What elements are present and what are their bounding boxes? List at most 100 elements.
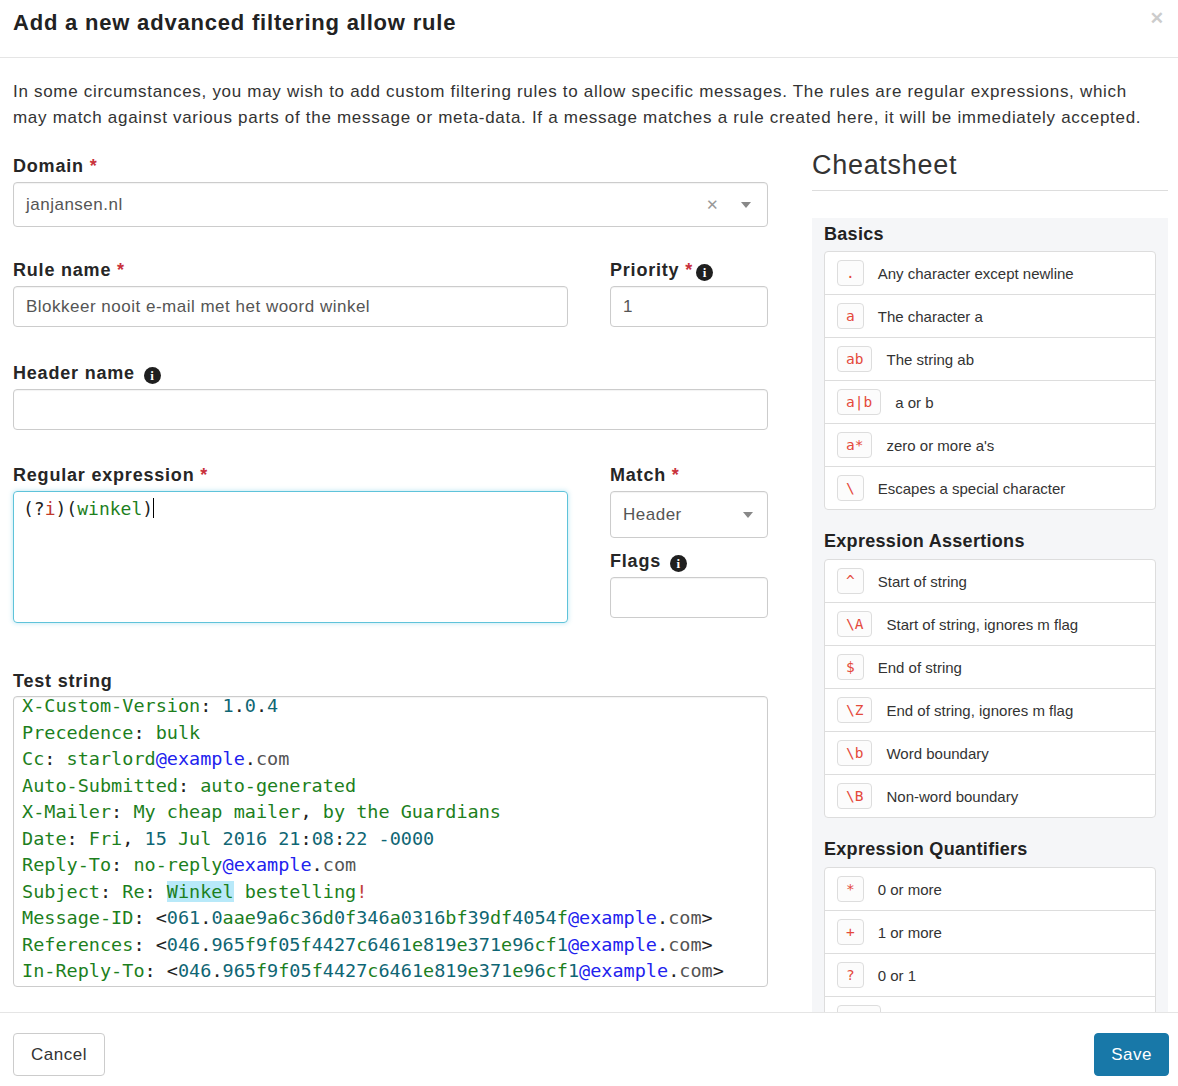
description-line: In some circumstances, you may wish to a… [13, 82, 1127, 101]
cheatsheet-row: \B Non-word boundary [824, 774, 1156, 818]
header-name-group: Header name i [13, 363, 768, 430]
cheatsheet-title: Cheatsheet [812, 150, 1168, 180]
info-icon[interactable]: i [670, 555, 687, 572]
cheatsheet-row: \ZEnd of string, ignores m flag [824, 688, 1156, 732]
domain-select[interactable]: janjansen.nl ✕ [13, 182, 768, 227]
rule-name-input[interactable]: Blokkeer nooit e-mail met het woord wink… [13, 286, 568, 327]
cheatsheet-row-text: Escapes a special character [878, 480, 1066, 497]
regex-group: Regular expression * (?i)(winkel) [13, 465, 568, 623]
test-string-line: X-Mailer: My cheap mailer, by the Guardi… [22, 799, 759, 826]
match-select[interactable]: Header [610, 491, 768, 538]
regex-code-badge: \Z [837, 697, 872, 723]
required-asterisk: * [200, 465, 208, 485]
regex-code-badge: {m} [837, 1005, 881, 1012]
regex-code-badge: a|b [837, 389, 881, 415]
cheatsheet-row: a* zero or more a's [824, 423, 1156, 467]
cheatsheet-row-text: Start of string, ignores m flag [886, 616, 1078, 633]
test-string-line: Auto-Submitted: auto-generated [22, 773, 759, 800]
flags-label: Flags i [610, 551, 768, 572]
cheatsheet-row-text: 1 or more [878, 924, 942, 941]
cheatsheet-row-text: 0 or more [878, 881, 942, 898]
modal-description: In some circumstances, you may wish to a… [13, 79, 1168, 131]
cheatsheet-row: \ Escapes a special character [824, 466, 1156, 510]
regex-textarea[interactable]: (?i)(winkel) [13, 491, 568, 623]
header-name-input[interactable] [13, 389, 768, 430]
test-string-line: Cc: starlord@example.com [22, 746, 759, 773]
required-asterisk: * [90, 156, 98, 176]
test-string-group: Test string X-Custom-Version: 1.0.4Prece… [13, 671, 768, 987]
modal-title: Add a new advanced filtering allow rule [13, 10, 456, 35]
divider [812, 190, 1168, 191]
test-string-line: Precedence: bulk [22, 720, 759, 747]
cheatsheet-section-heading: Expression Quantifiers [824, 839, 1156, 860]
cheatsheet-row-text: a or b [895, 394, 933, 411]
regex-code-badge: ? [837, 962, 864, 988]
cheatsheet-row: \bWord boundary [824, 731, 1156, 775]
flags-input[interactable] [610, 577, 768, 618]
cheatsheet-row: {m} [824, 996, 1156, 1012]
regex-code-badge: $ [837, 654, 864, 680]
cheatsheet-column: Cheatsheet Basics. Any character except n… [812, 150, 1168, 1012]
cheatsheet-row-text: The string ab [886, 351, 974, 368]
regex-code-badge: a* [837, 432, 872, 458]
cheatsheet-row: $End of string [824, 645, 1156, 689]
required-asterisk: * [672, 465, 680, 485]
save-button[interactable]: Save [1094, 1033, 1169, 1076]
regex-code-badge: . [837, 260, 864, 286]
regex-code-badge: \A [837, 611, 872, 637]
cheatsheet-row: ^Start of string [824, 559, 1156, 603]
match-label: Match * [610, 465, 768, 486]
text-cursor [153, 498, 154, 518]
test-string-line: Date: Fri, 15 Jul 2016 21:08:22 -0000 [22, 826, 759, 853]
rule-name-group: Rule name * Blokkeer nooit e-mail met he… [13, 260, 568, 327]
test-string-line: Subject: Re: Winkel bestelling! [22, 879, 759, 906]
cheatsheet-section-heading: Expression Assertions [824, 531, 1156, 552]
test-string-line: Message-ID: <061.0aae9a6c36d0f346a0316bf… [22, 905, 759, 932]
regex-code-badge: * [837, 876, 864, 902]
regex-code-badge: \b [837, 740, 872, 766]
clear-icon[interactable]: ✕ [706, 196, 719, 214]
rule-name-label: Rule name * [13, 260, 568, 281]
info-icon[interactable]: i [144, 367, 161, 384]
test-string-line: In-Reply-To: <046.965f9f05f4427c6461e819… [22, 958, 759, 985]
cheatsheet-row: a|b a or b [824, 380, 1156, 424]
cheatsheet-row-text: 0 or 1 [878, 967, 916, 984]
domain-value: janjansen.nl [26, 195, 706, 215]
header-name-label: Header name i [13, 363, 768, 384]
flags-group: Flags i [610, 551, 768, 618]
match-value: Header [623, 505, 682, 525]
cheatsheet-row: * 0 or more [824, 867, 1156, 911]
cheatsheet-row-text: Start of string [878, 573, 967, 590]
form-column: Domain * janjansen.nl ✕ Rule name * Blok… [13, 156, 768, 1012]
modal-body: In some circumstances, you may wish to a… [0, 58, 1178, 1012]
cheatsheet-row: \A Start of string, ignores m flag [824, 602, 1156, 646]
required-asterisk: * [685, 260, 693, 280]
cheatsheet-row-text: Non-word boundary [886, 788, 1018, 805]
description-line: may match against various parts of the m… [13, 108, 1141, 127]
test-string-line: X-Custom-Version: 1.0.4 [22, 696, 759, 720]
test-string-line: Reply-To: no-reply@example.com [22, 852, 759, 879]
cancel-button[interactable]: Cancel [13, 1033, 105, 1076]
regex-code-badge: \ [837, 475, 864, 501]
cheatsheet-row-text: zero or more a's [886, 437, 994, 454]
close-icon[interactable]: ✕ [1150, 10, 1164, 27]
cheatsheet-row: ? 0 or 1 [824, 953, 1156, 997]
cheatsheet-row: . Any character except newline [824, 251, 1156, 295]
priority-input[interactable]: 1 [610, 286, 768, 327]
cheatsheet-row: aThe character a [824, 294, 1156, 338]
regex-label: Regular expression * [13, 465, 568, 486]
regex-code-badge: + [837, 919, 864, 945]
cheatsheet-section-heading: Basics [824, 224, 1156, 245]
priority-label: Priority *i [610, 260, 768, 281]
test-string-line: References: <046.965f9f05f4427c6461e819e… [22, 932, 759, 959]
modal-footer: Cancel Save [0, 1012, 1178, 1086]
cheatsheet-row-text: The character a [878, 308, 983, 325]
cheatsheet-row-text: Any character except newline [878, 265, 1074, 282]
regex-code-badge: \B [837, 783, 872, 809]
cheatsheet-row: +1 or more [824, 910, 1156, 954]
info-icon[interactable]: i [696, 264, 713, 281]
test-string-textarea[interactable]: X-Custom-Version: 1.0.4Precedence: bulkC… [13, 696, 768, 987]
cheatsheet-row: abThe string ab [824, 337, 1156, 381]
add-filter-rule-modal: Add a new advanced filtering allow rule … [0, 0, 1178, 1086]
test-string-label: Test string [13, 671, 768, 692]
